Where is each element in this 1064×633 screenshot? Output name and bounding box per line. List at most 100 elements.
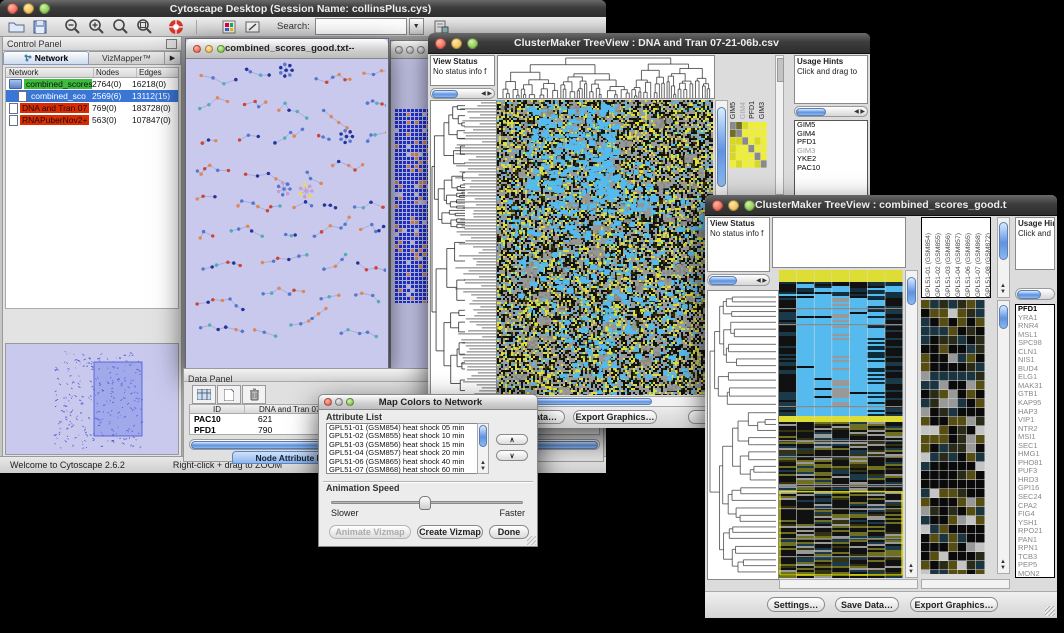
attribute-item[interactable]: GPL51-07 (GSM868) heat shock 60 min: [327, 466, 477, 474]
treeview1-titlebar[interactable]: ClusterMaker TreeView : DNA and Tran 07-…: [428, 33, 870, 54]
animation-speed-slider[interactable]: [331, 495, 523, 509]
done-button[interactable]: Done: [489, 525, 529, 539]
treeview2-titlebar[interactable]: ClusterMaker TreeView : combined_scores_…: [705, 195, 1057, 216]
annotation-icon[interactable]: [241, 17, 265, 37]
float-panel-icon[interactable]: [166, 39, 177, 49]
close-button[interactable]: [7, 3, 18, 14]
tab-vizmapper[interactable]: VizMapper™: [89, 51, 165, 65]
open-file-icon[interactable]: [4, 17, 28, 37]
minimize-button[interactable]: [23, 3, 34, 14]
column-label[interactable]: GPL51-02 (GSM855): [934, 233, 943, 297]
network-overview-panel[interactable]: [5, 343, 179, 455]
tab-overflow-arrow[interactable]: ▶: [165, 51, 181, 65]
column-label[interactable]: GIM3: [759, 102, 768, 119]
resize-grip[interactable]: [1045, 606, 1055, 616]
delete-attribute-trash-icon[interactable]: [242, 385, 266, 404]
slider-thumb[interactable]: [419, 496, 431, 510]
tv1-heatmap[interactable]: [497, 100, 713, 395]
tv1-row-dendrogram[interactable]: [430, 100, 497, 397]
network-list-row[interactable]: combined_scores 2764(0) 16218(0): [6, 78, 178, 90]
close-button[interactable]: [193, 45, 201, 53]
zoom-button[interactable]: [217, 45, 225, 53]
network-tab-icon: [24, 54, 32, 62]
network-list-row[interactable]: DNA and Tran 07 769(0) 183728(0): [6, 102, 178, 114]
column-label[interactable]: GPL51-03 (GSM856): [944, 233, 953, 297]
column-label[interactable]: GPL51-07 (GSM868): [974, 233, 983, 297]
main-titlebar[interactable]: Cytoscape Desktop (Session Name: collins…: [0, 0, 606, 18]
minimize-button[interactable]: [205, 45, 213, 53]
zoom-button[interactable]: [39, 3, 50, 14]
zoom-out-icon[interactable]: [60, 17, 84, 37]
zoom-button[interactable]: [467, 38, 478, 49]
search-dropdown-icon[interactable]: ▼: [409, 18, 424, 35]
gene-name[interactable]: MON2: [1016, 570, 1054, 578]
col-header-network[interactable]: Network: [6, 68, 94, 77]
minimize-button[interactable]: [406, 46, 414, 54]
tv2-zoom-heatmap[interactable]: [921, 300, 985, 574]
vizmapper-icon[interactable]: [217, 17, 241, 37]
tv2-heatmap[interactable]: [779, 270, 903, 578]
column-label[interactable]: PFD1: [749, 101, 758, 119]
tv1-zoom-matrix[interactable]: [730, 122, 767, 168]
tv1-column-dendrogram[interactable]: [497, 55, 715, 99]
tv2-zoom-vscrollbar[interactable]: ▲▼: [997, 300, 1010, 574]
tv1-usage-scrollbar[interactable]: ◀ ▶: [794, 106, 868, 117]
tab-network[interactable]: Network: [3, 51, 89, 65]
close-button[interactable]: [435, 38, 446, 49]
zoom-button[interactable]: [744, 200, 755, 211]
tv1-zoom-vscrollbar[interactable]: [775, 55, 784, 195]
network-view-titlebar[interactable]: combined_scores_good.txt--cluste…: [186, 39, 388, 59]
col-header-edges[interactable]: Edges: [137, 68, 178, 77]
new-attribute-icon[interactable]: [217, 385, 241, 404]
resize-grip[interactable]: [527, 536, 536, 545]
dense-network-grid[interactable]: [395, 109, 429, 303]
tv2-heat-vscrollbar[interactable]: ▲▼: [905, 270, 918, 578]
export-graphics-button[interactable]: Export Graphics…: [910, 597, 998, 612]
animate-vizmap-button[interactable]: Animate Vizmap: [329, 525, 411, 539]
network-canvas[interactable]: [186, 59, 386, 368]
save-data-button[interactable]: Save Data…: [835, 597, 899, 612]
save-icon[interactable]: [28, 17, 52, 37]
column-label[interactable]: GIM4: [740, 102, 749, 119]
zoom-button[interactable]: [417, 46, 425, 54]
help-lifesaver-icon[interactable]: [164, 17, 188, 37]
tv2-genelist-hscrollbar[interactable]: [1015, 288, 1055, 300]
column-label[interactable]: GPL51-08 (GSM872): [984, 233, 991, 297]
col-header-nodes[interactable]: Nodes: [94, 68, 137, 77]
zoom-button[interactable]: [346, 398, 354, 406]
tv2-heat-hscrollbar[interactable]: [779, 579, 918, 589]
search-input[interactable]: [315, 18, 407, 35]
tv2-zoom-hscrollbar[interactable]: [921, 579, 1010, 589]
move-down-button[interactable]: ∨: [496, 450, 528, 461]
minimize-button[interactable]: [335, 398, 343, 406]
column-label[interactable]: GPL51-04 (GSM857): [954, 233, 963, 297]
column-label[interactable]: GPL51-06 (GSM865): [964, 233, 973, 297]
move-up-button[interactable]: ∧: [496, 434, 528, 445]
column-label[interactable]: GPL51-01 (GSM854): [924, 233, 933, 297]
minimize-button[interactable]: [451, 38, 462, 49]
data-col-id[interactable]: ID: [190, 405, 245, 413]
tv2-labels-vscrollbar[interactable]: ▲▼: [997, 217, 1010, 298]
zoom-fit-icon[interactable]: [108, 17, 132, 37]
tv2-row-dendrogram[interactable]: [707, 290, 779, 580]
minimize-button[interactable]: [728, 200, 739, 211]
column-label[interactable]: GIM5: [730, 102, 739, 119]
network-list-row[interactable]: RNAPuberNov2+ 563(0) 107847(0): [6, 114, 178, 126]
create-vizmap-button[interactable]: Create Vizmap: [417, 525, 483, 539]
network-list-row[interactable]: combined_sco 2569(6) 13112(15): [6, 90, 178, 102]
close-button[interactable]: [324, 398, 332, 406]
export-graphics-button[interactable]: Export Graphics…: [573, 410, 657, 424]
zoom-selected-icon[interactable]: [132, 17, 156, 37]
zoom-in-icon[interactable]: [84, 17, 108, 37]
settings-button[interactable]: Settings…: [767, 597, 825, 612]
tv2-status-scrollbar[interactable]: ◀ ▶: [707, 274, 770, 286]
dialog-titlebar[interactable]: Map Colors to Network: [319, 395, 537, 410]
attribute-list-vscrollbar[interactable]: ▲▼: [477, 423, 489, 474]
close-button[interactable]: [395, 46, 403, 54]
tv1-status-scrollbar[interactable]: ◀ ▶: [430, 88, 495, 99]
table-mode-icon[interactable]: [192, 385, 216, 404]
close-button[interactable]: [712, 200, 723, 211]
tv2-column-dendrogram[interactable]: [772, 217, 906, 268]
control-panel: Control Panel Network VizMapper™ ▶ Netwo…: [2, 36, 182, 457]
gene-name[interactable]: PAC10: [795, 164, 867, 173]
